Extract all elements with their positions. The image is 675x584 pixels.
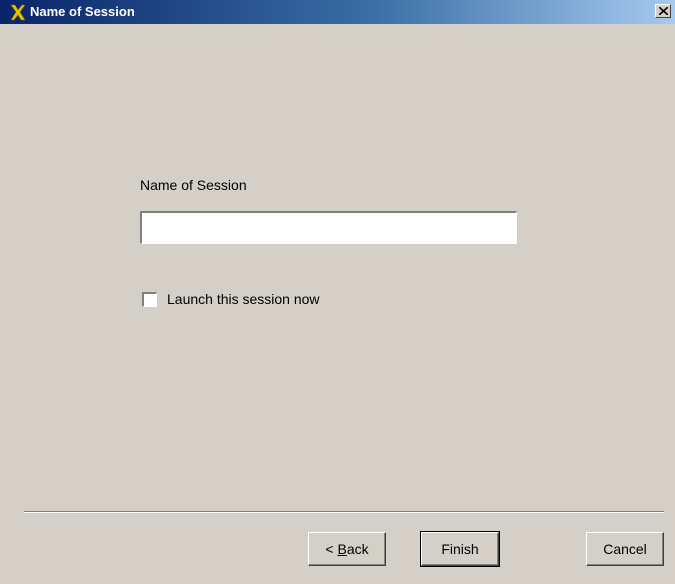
session-name-label: Name of Session <box>140 177 247 193</box>
session-name-input[interactable] <box>140 211 517 244</box>
close-button[interactable] <box>655 4 671 18</box>
cancel-button[interactable]: Cancel <box>586 532 664 566</box>
finish-button[interactable]: Finish <box>420 531 500 567</box>
dialog-window: Name of Session Name of Session Launch t… <box>0 0 675 584</box>
footer-separator <box>24 511 664 513</box>
back-mnemonic: B <box>337 540 347 557</box>
title-bar[interactable]: Name of Session <box>0 0 675 24</box>
window-title: Name of Session <box>30 4 135 19</box>
launch-now-label[interactable]: Launch this session now <box>167 291 320 307</box>
launch-now-checkbox[interactable] <box>142 292 157 307</box>
back-prefix: < <box>325 540 338 557</box>
close-icon <box>659 7 668 15</box>
back-button[interactable]: < Back <box>308 532 386 566</box>
app-x-icon <box>10 4 26 21</box>
back-rest: ack <box>346 540 369 557</box>
